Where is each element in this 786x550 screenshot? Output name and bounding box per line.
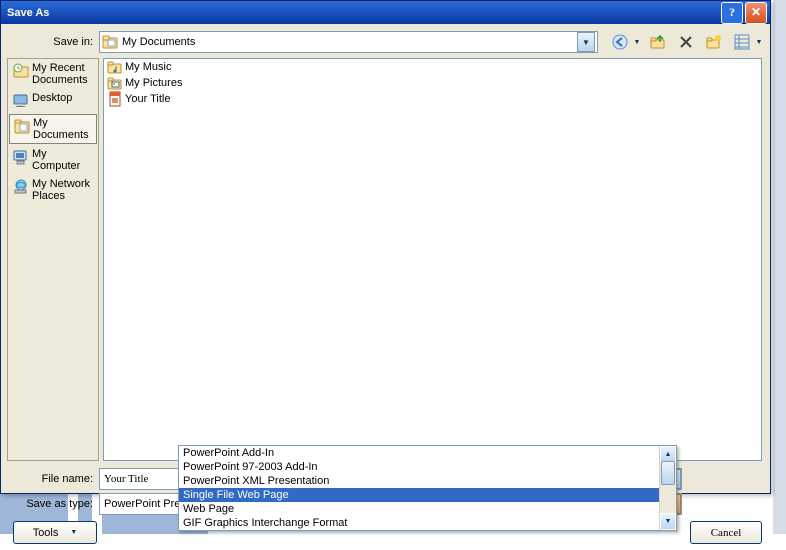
mydocs-icon	[13, 117, 31, 135]
list-item-label: My Music	[123, 61, 171, 73]
listbox-option[interactable]: PowerPoint 97-2003 Add-In	[179, 460, 676, 474]
new-folder-icon	[706, 34, 722, 50]
save-in-dropdown[interactable]: My Documents ▼	[99, 31, 598, 53]
listbox-scrollbar[interactable]: ▲ ▼	[659, 446, 676, 530]
ppt-file-icon	[107, 91, 123, 107]
toolbar: Save in: My Documents ▼ ▼ ▼	[1, 24, 770, 58]
places-bar: My Recent Documents Desktop My Documents…	[7, 58, 99, 461]
list-item[interactable]: My Music	[104, 59, 761, 75]
file-name-label: File name:	[7, 473, 99, 485]
places-label: Desktop	[30, 92, 72, 104]
scroll-down-button[interactable]: ▼	[660, 513, 676, 530]
places-my-recent-documents[interactable]: My Recent Documents	[8, 59, 98, 89]
tools-label: Tools	[33, 527, 59, 539]
network-icon	[12, 178, 30, 196]
dialog-title: Save As	[7, 7, 719, 19]
cancel-label: Cancel	[711, 527, 742, 539]
places-label: My Network Places	[30, 178, 94, 202]
list-item-label: Your Title	[123, 93, 170, 105]
save-as-dialog: Save As ? ✕ Save in: My Documents ▼ ▼	[0, 0, 771, 494]
save-as-type-label: Save as type:	[7, 498, 99, 510]
views-button[interactable]	[730, 30, 754, 54]
places-my-documents[interactable]: My Documents	[9, 114, 97, 144]
listbox-option[interactable]: PowerPoint XML Presentation	[179, 474, 676, 488]
music-folder-icon	[107, 59, 123, 75]
places-desktop[interactable]: Desktop	[8, 89, 98, 113]
save-in-label: Save in:	[7, 36, 99, 48]
back-dropdown[interactable]: ▼	[632, 31, 642, 53]
recent-docs-icon	[12, 62, 30, 80]
places-label: My Recent Documents	[30, 62, 94, 86]
desktop-icon	[12, 92, 30, 110]
scroll-thumb[interactable]	[661, 461, 675, 485]
background-panel	[773, 0, 786, 534]
list-item[interactable]: My Pictures	[104, 75, 761, 91]
places-my-computer[interactable]: My Computer	[8, 145, 98, 175]
chevron-down-icon[interactable]: ▼	[577, 32, 595, 52]
title-bar[interactable]: Save As ? ✕	[1, 1, 770, 24]
list-item-label: My Pictures	[123, 77, 182, 89]
back-arrow-icon	[612, 34, 628, 50]
views-dropdown[interactable]: ▼	[754, 31, 764, 53]
listbox-option[interactable]: PowerPoint Add-In	[179, 446, 676, 460]
save-in-value: My Documents	[118, 36, 575, 48]
close-icon: ✕	[751, 5, 761, 20]
folder-up-icon	[650, 34, 666, 50]
back-button[interactable]	[608, 30, 632, 54]
places-my-network-places[interactable]: My Network Places	[8, 175, 98, 205]
cancel-button[interactable]: Cancel	[690, 521, 762, 544]
new-folder-button[interactable]	[702, 30, 726, 54]
close-button[interactable]: ✕	[745, 2, 767, 24]
pictures-folder-icon	[107, 75, 123, 91]
chevron-down-icon: ▼	[70, 529, 77, 536]
listbox-option-selected[interactable]: Single File Web Page	[179, 488, 676, 502]
tools-button[interactable]: Tools ▼	[13, 521, 97, 544]
delete-x-icon	[679, 35, 693, 49]
places-label: My Computer	[30, 148, 94, 172]
save-as-type-listbox[interactable]: PowerPoint Add-In PowerPoint 97-2003 Add…	[178, 445, 677, 531]
delete-button[interactable]	[674, 30, 698, 54]
list-item[interactable]: Your Title	[104, 91, 761, 107]
computer-icon	[12, 148, 30, 166]
listbox-option[interactable]: GIF Graphics Interchange Format	[179, 516, 676, 530]
file-list[interactable]: My Music My Pictures Your Title	[103, 58, 762, 461]
folder-mydocs-icon	[102, 34, 118, 50]
listbox-option[interactable]: Web Page	[179, 502, 676, 516]
up-one-level-button[interactable]	[646, 30, 670, 54]
help-button[interactable]: ?	[721, 2, 743, 24]
places-label: My Documents	[31, 117, 93, 141]
views-icon	[734, 34, 750, 50]
